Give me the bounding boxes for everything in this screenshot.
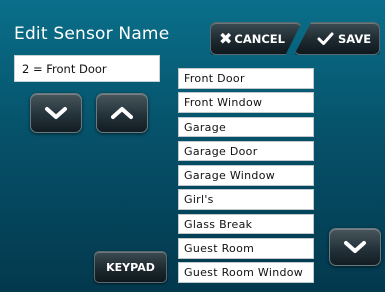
next-name-up-button[interactable] bbox=[96, 93, 148, 133]
previous-name-down-button[interactable] bbox=[30, 93, 82, 133]
cancel-label: CANCEL bbox=[234, 31, 285, 46]
name-option-item[interactable]: Glass Break bbox=[178, 213, 314, 235]
name-option-item[interactable]: Garage Door bbox=[178, 140, 314, 162]
chevron-down-icon bbox=[344, 241, 366, 253]
checkmark-icon bbox=[317, 32, 334, 45]
keypad-button[interactable]: KEYPAD bbox=[94, 251, 167, 283]
close-icon: ✖ bbox=[219, 28, 233, 48]
chevron-down-icon bbox=[45, 107, 67, 119]
save-button[interactable]: SAVE bbox=[294, 22, 380, 55]
name-option-item[interactable]: Girl's bbox=[178, 189, 314, 210]
name-option-item[interactable]: Garage bbox=[178, 116, 314, 138]
chevron-up-icon bbox=[111, 107, 133, 119]
sensor-name-field[interactable]: 2 = Front Door bbox=[14, 55, 160, 82]
name-option-item[interactable]: Guest Room bbox=[178, 238, 314, 259]
edit-sensor-panel: Edit Sensor Name ✖ CANCEL SAVE 2 = Front… bbox=[0, 0, 385, 292]
name-option-item[interactable]: Front Window bbox=[178, 92, 314, 113]
name-option-item[interactable]: Guest Room Window bbox=[178, 262, 314, 283]
name-options-list: Front Door Front Window Garage Garage Door G… bbox=[178, 68, 314, 287]
page-title: Edit Sensor Name bbox=[14, 24, 170, 44]
save-label: SAVE bbox=[338, 31, 372, 46]
list-scroll-down-button[interactable] bbox=[329, 228, 381, 266]
name-option-item[interactable]: Garage Window bbox=[178, 165, 314, 186]
cancel-button[interactable]: ✖ CANCEL bbox=[210, 22, 302, 55]
name-option-item[interactable]: Front Door bbox=[178, 68, 314, 89]
